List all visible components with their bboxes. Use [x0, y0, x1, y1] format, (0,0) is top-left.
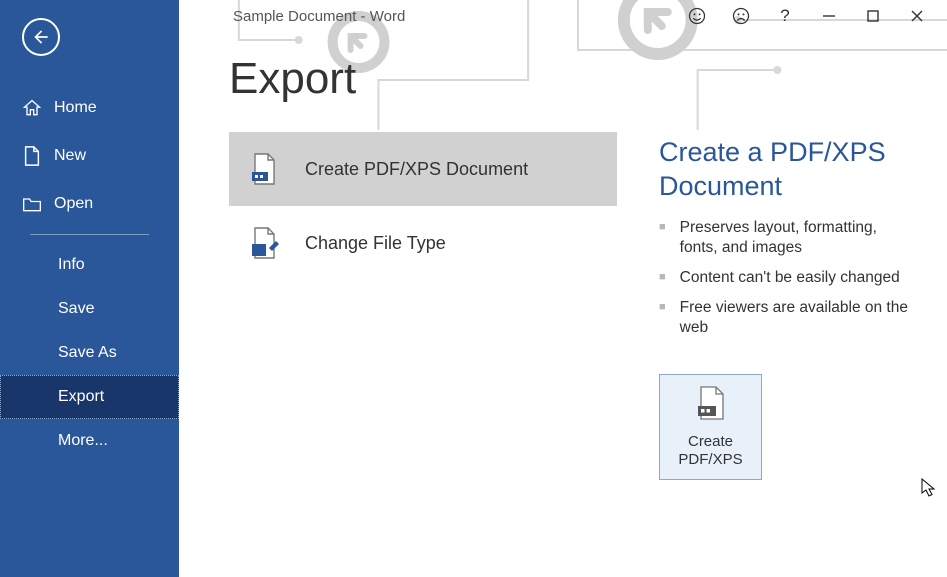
new-doc-icon: [22, 146, 42, 166]
page-heading: Export: [229, 54, 947, 104]
sidebar-item-info[interactable]: Info: [0, 243, 179, 287]
title-bar-buttons: ?: [675, 0, 939, 32]
sidebar-item-export[interactable]: Export: [0, 375, 179, 419]
sidebar-item-label: Home: [54, 99, 97, 117]
sidebar-item-more[interactable]: More...: [0, 419, 179, 463]
help-button[interactable]: ?: [763, 0, 807, 32]
close-button[interactable]: [895, 0, 939, 32]
open-folder-icon: [22, 194, 42, 214]
pdf-export-icon: [696, 386, 726, 425]
title-bar: Sample Document - Word ?: [179, 0, 947, 32]
frown-icon: [731, 6, 751, 26]
document-title: Sample Document - Word: [179, 8, 405, 25]
back-arrow-icon: [31, 27, 51, 47]
sidebar-item-label: Export: [58, 388, 104, 405]
sidebar-item-label: More...: [58, 432, 108, 449]
export-options-list: Create PDF/XPS Document Change File Type: [229, 132, 617, 480]
detail-bullets: Preserves layout, formatting, fonts, and…: [659, 218, 909, 339]
detail-bullet: Content can't be easily changed: [659, 268, 909, 288]
minimize-icon: [822, 9, 836, 23]
home-icon: [22, 98, 42, 118]
close-icon: [910, 9, 924, 23]
sidebar-item-save-as[interactable]: Save As: [0, 331, 179, 375]
back-button[interactable]: [22, 18, 60, 56]
backstage-sidebar: Home New Open Info Save Save As Export M…: [0, 0, 179, 577]
create-button-label: Create PDF/XPS: [678, 433, 742, 469]
sidebar-item-label: Save As: [58, 344, 117, 361]
detail-title: Create a PDF/XPS Document: [659, 136, 909, 204]
maximize-icon: [866, 9, 880, 23]
detail-bullet: Preserves layout, formatting, fonts, and…: [659, 218, 909, 258]
main-area: Sample Document - Word ? Export: [179, 0, 947, 577]
change-file-type-icon: [247, 226, 281, 260]
create-pdf-xps-button[interactable]: Create PDF/XPS: [659, 374, 762, 480]
export-content: Create PDF/XPS Document Change File Type…: [179, 132, 947, 480]
sidebar-item-open[interactable]: Open: [0, 180, 179, 228]
pdf-file-icon: [247, 152, 281, 186]
export-option-label: Create PDF/XPS Document: [305, 159, 528, 180]
sidebar-item-label: Info: [58, 256, 85, 273]
export-option-change-file-type[interactable]: Change File Type: [229, 206, 617, 280]
export-detail-pane: Create a PDF/XPS Document Preserves layo…: [659, 132, 909, 480]
export-option-label: Change File Type: [305, 233, 446, 254]
export-option-create-pdf-xps[interactable]: Create PDF/XPS Document: [229, 132, 617, 206]
sidebar-divider: [30, 234, 149, 235]
feedback-smile-button[interactable]: [675, 0, 719, 32]
maximize-button[interactable]: [851, 0, 895, 32]
sidebar-item-save[interactable]: Save: [0, 287, 179, 331]
minimize-button[interactable]: [807, 0, 851, 32]
mouse-cursor-icon: [921, 478, 937, 498]
sidebar-item-label: Save: [58, 300, 94, 317]
detail-bullet: Free viewers are available on the web: [659, 298, 909, 338]
feedback-frown-button[interactable]: [719, 0, 763, 32]
sidebar-item-label: New: [54, 147, 86, 165]
help-icon: ?: [780, 6, 789, 26]
sidebar-item-new[interactable]: New: [0, 132, 179, 180]
smile-icon: [687, 6, 707, 26]
sidebar-item-label: Open: [54, 195, 93, 213]
sidebar-item-home[interactable]: Home: [0, 84, 179, 132]
